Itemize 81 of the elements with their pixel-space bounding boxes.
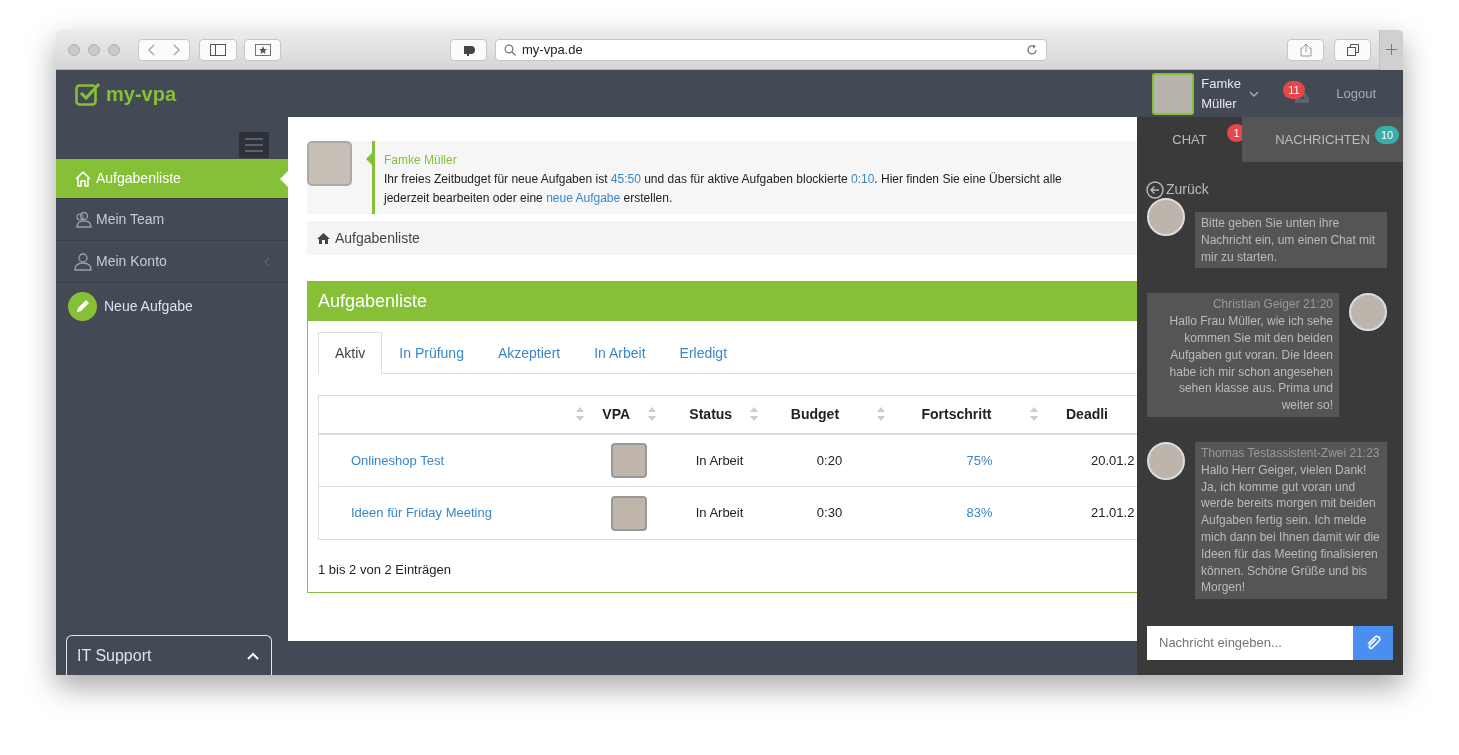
menu-toggle-button[interactable]	[239, 132, 269, 158]
table-cell: 0:30	[816, 505, 843, 521]
support-panel-header[interactable]: IT Support	[66, 635, 272, 675]
column-header[interactable]: VPA	[602, 403, 631, 425]
sort-icon[interactable]	[750, 407, 759, 422]
sender-name: Famke Müller	[384, 152, 458, 169]
avatar-photo-placeholder	[611, 495, 648, 531]
breadcrumb-item[interactable]: Aufgabenliste	[335, 227, 420, 249]
chat-tab[interactable]: NACHRICHTEN 10	[1242, 117, 1403, 162]
extension-button[interactable]	[450, 38, 487, 61]
status-tab[interactable]: In Prüfung	[382, 332, 481, 374]
checkbox-logo-icon	[75, 81, 101, 106]
task-link[interactable]: Onlineshop Test	[351, 452, 444, 468]
window-control[interactable]	[88, 43, 100, 56]
plus-icon	[1386, 44, 1397, 55]
column-header[interactable]: Budget	[790, 403, 840, 425]
search-icon	[504, 43, 516, 56]
back-forward-buttons[interactable]	[138, 38, 190, 61]
person-icon	[74, 252, 93, 271]
sidebar-toggle-button[interactable]	[199, 38, 237, 61]
progress-link[interactable]: 83%	[966, 505, 993, 521]
home-icon	[74, 169, 93, 188]
new-task-link[interactable]: Neue Aufgabe	[56, 283, 288, 329]
card-title: Aufgabenliste	[308, 282, 1137, 321]
window-control[interactable]	[108, 43, 120, 56]
chat-message: Christian Geiger 21:20 Hallo Frau Müller, wie ich sehe kommen Sie mit den beiden Aufgaben gut voran. Die Ideen habe ich mir schon angesehen sehen klasse aus. Prima und weiter so!	[1147, 293, 1339, 417]
status-tab[interactable]: Erledigt	[662, 332, 745, 374]
table-cell: In Arbeit	[695, 505, 744, 521]
intro-text: Ihr freies Zeitbudget für neue Aufgaben ist 45:50 und das für aktive Aufgaben blockierte 0:10. Hier finden Sie eine Übersicht alle jederzeit bearbeiten oder eine neue Aufgabe erstellen.	[384, 171, 1062, 207]
column-header[interactable]: Fortschritt	[921, 403, 992, 425]
inline-link[interactable]: 45:50	[610, 172, 641, 186]
chevron-up-icon	[247, 651, 259, 660]
task-link[interactable]: Ideen für Friday Meeting	[351, 505, 492, 521]
avatar-photo-placeholder	[1147, 441, 1185, 480]
address-field[interactable]: my-vpa.de	[495, 38, 1047, 61]
logout-link[interactable]: Logout	[1336, 83, 1376, 104]
sidebar-icon	[210, 43, 226, 56]
tabs-button[interactable]	[1334, 38, 1371, 61]
tabs-icon	[1346, 43, 1359, 56]
table-info: 1 bis 2 von 2 Einträgen	[318, 561, 452, 579]
table-cell: 0:20	[816, 452, 843, 468]
count-badge: 10	[1375, 126, 1399, 144]
table-cell: In Arbeit	[695, 452, 744, 468]
status-tab[interactable]: Aktiv	[318, 332, 383, 374]
inline-link[interactable]: neue Aufgabe	[546, 191, 621, 205]
sort-icon[interactable]	[648, 407, 657, 422]
table-cell: 20.01.2	[1091, 452, 1135, 468]
message-input-field[interactable]: Nachricht eingeben...	[1147, 626, 1353, 660]
table-cell: 21.01.2	[1091, 505, 1135, 521]
column-header[interactable]: Status	[689, 403, 733, 425]
reload-icon[interactable]	[1026, 43, 1038, 56]
avatar-photo-placeholder	[1349, 293, 1387, 332]
avatar-photo-placeholder	[1147, 198, 1185, 236]
user-name[interactable]: Famke Müller	[1201, 73, 1246, 114]
people-icon	[74, 210, 93, 229]
avatar-photo-placeholder[interactable]	[1152, 72, 1195, 115]
chat-message: Thomas Testassistent-Zwei 21:23 Hallo Herr Geiger, vielen Dank! Ja, ich komme gut voran und werde bereits morgen mit beiden Aufgaben fertig sein. Ich melde mich dann bei Ihnen damit wir die Ideen für das Meeting finalisieren können. Schöne Grüße und bis Morgen!	[1195, 441, 1387, 600]
pencil-icon	[75, 299, 90, 313]
home-icon	[317, 232, 330, 244]
window-control[interactable]	[68, 43, 80, 56]
logo-text: my-vpa	[106, 81, 177, 107]
share-button[interactable]	[1287, 38, 1324, 61]
status-tab[interactable]: In Arbeit	[577, 332, 663, 374]
status-tab[interactable]: Akzeptiert	[480, 332, 578, 374]
attach-button[interactable]	[1353, 626, 1393, 660]
paperclip-icon	[1365, 635, 1381, 651]
sort-icon[interactable]	[575, 407, 584, 422]
notification-count: 11	[1283, 80, 1305, 99]
chat-message: Bitte geben Sie unten ihre Nachricht ein, um einen Chat mit mir zu starten.	[1195, 212, 1387, 269]
avatar-photo-placeholder	[307, 141, 352, 186]
avatar-photo-placeholder	[611, 442, 648, 478]
sort-icon[interactable]	[1029, 407, 1038, 422]
bookmarks-button[interactable]	[244, 38, 281, 61]
back-link[interactable]: Zurück	[1146, 179, 1403, 200]
progress-link[interactable]: 75%	[966, 452, 993, 468]
menu-icon	[245, 138, 263, 152]
share-icon	[1299, 42, 1312, 57]
new-tab-button[interactable]	[1379, 30, 1403, 70]
sort-icon[interactable]	[877, 407, 886, 422]
chevron-down-icon[interactable]	[1249, 90, 1260, 97]
column-header[interactable]: Deadli	[1066, 403, 1108, 425]
